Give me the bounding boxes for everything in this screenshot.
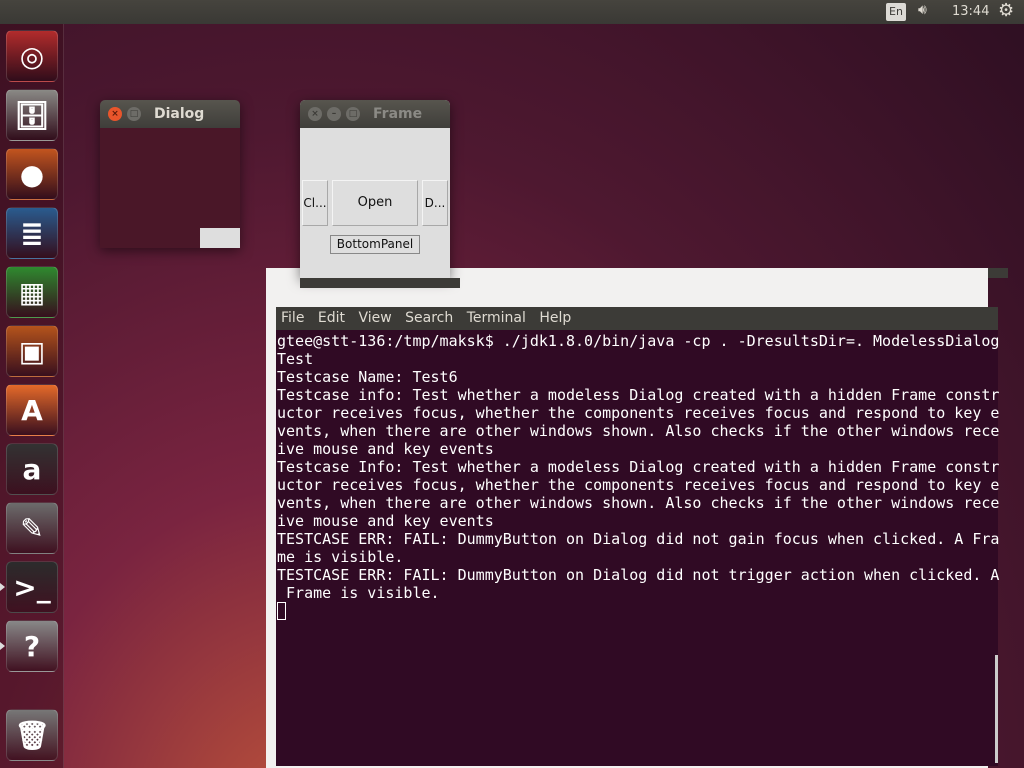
open-button[interactable]: Open bbox=[332, 180, 418, 226]
terminal-output[interactable]: gtee@stt-136:/tmp/maksk$ ./jdk1.8.0/bin/… bbox=[276, 330, 1000, 766]
dialog-dummy-button[interactable] bbox=[200, 228, 240, 248]
launcher-help[interactable]: ? bbox=[6, 620, 58, 672]
dialog-window: × □ Dialog bbox=[100, 100, 240, 248]
terminal-icon: >_ bbox=[13, 570, 51, 604]
amazon-icon: a bbox=[22, 452, 42, 486]
terminal-window-edge bbox=[988, 268, 1008, 278]
menu-edit[interactable]: Edit bbox=[318, 310, 345, 326]
terminal-line: gtee@stt-136:/tmp/maksk$ ./jdk1.8.0/bin/… bbox=[277, 332, 1000, 350]
terminal-line: Test bbox=[277, 350, 314, 368]
terminal-line: TESTCASE ERR: FAIL: DummyButton on Dialo… bbox=[277, 566, 1000, 584]
frame-title: Frame bbox=[373, 106, 423, 122]
launcher-ubuntu-dash[interactable]: ◎ bbox=[6, 30, 58, 82]
dialog-titlebar[interactable]: × □ Dialog bbox=[100, 100, 240, 128]
launcher-trash[interactable]: 🗑 bbox=[6, 709, 58, 761]
dialog-title: Dialog bbox=[154, 106, 205, 122]
terminal-line: ive mouse and key events bbox=[277, 512, 494, 530]
speaker-icon[interactable]: 🔊︎ bbox=[918, 2, 927, 18]
firefox-icon: ● bbox=[19, 157, 45, 191]
top-panel: En 🔊︎ 13:44 ⚙ bbox=[0, 0, 1024, 24]
terminal-line: uctor receives focus, whether the compon… bbox=[277, 404, 1000, 422]
terminal-line: Testcase info: Test whether a modeless D… bbox=[277, 386, 1000, 404]
launcher: ◎ 🗄 ● ≣ ▦ ▣ Aa ✎ >_? 🗑 bbox=[0, 24, 64, 768]
launcher-libreoffice-impress[interactable]: ▣ bbox=[6, 325, 58, 377]
terminal-line: Frame is visible. bbox=[277, 584, 440, 602]
running-indicator bbox=[0, 642, 5, 650]
maximize-icon[interactable]: □ bbox=[127, 107, 141, 121]
help-icon: ? bbox=[23, 629, 41, 663]
menu-help[interactable]: Help bbox=[539, 310, 571, 326]
launcher-files[interactable]: 🗄 bbox=[6, 89, 58, 141]
gear-icon[interactable]: ⚙ bbox=[998, 0, 1014, 21]
menu-file[interactable]: File bbox=[281, 310, 304, 326]
dummy-button[interactable]: D... bbox=[422, 180, 448, 226]
trash-icon: 🗑 bbox=[14, 718, 50, 752]
running-indicator bbox=[0, 583, 5, 591]
terminal-line: vents, when there are other windows show… bbox=[277, 494, 1000, 512]
close-icon[interactable]: × bbox=[308, 107, 322, 121]
libreoffice-calc-icon: ▦ bbox=[18, 275, 46, 309]
terminal-line: vents, when there are other windows show… bbox=[277, 422, 1000, 440]
launcher-ubuntu-software-center[interactable]: A bbox=[6, 384, 58, 436]
launcher-amazon[interactable]: a bbox=[6, 443, 58, 495]
bottom-panel-button[interactable]: BottomPanel bbox=[330, 235, 420, 254]
launcher-firefox[interactable]: ● bbox=[6, 148, 58, 200]
launcher-terminal[interactable]: >_ bbox=[6, 561, 58, 613]
clock[interactable]: 13:44 bbox=[952, 4, 989, 19]
terminal-line: ive mouse and key events bbox=[277, 440, 494, 458]
system-settings-icon: ✎ bbox=[20, 511, 44, 545]
frame-window: × – □ Frame Cl... Open D... BottomPanel bbox=[300, 100, 450, 278]
minimize-icon[interactable]: – bbox=[327, 107, 341, 121]
ubuntu-dash-icon: ◎ bbox=[19, 39, 45, 73]
launcher-libreoffice-calc[interactable]: ▦ bbox=[6, 266, 58, 318]
terminal-line: TESTCASE ERR: FAIL: DummyButton on Dialo… bbox=[277, 530, 1000, 548]
launcher-libreoffice-writer[interactable]: ≣ bbox=[6, 207, 58, 259]
ubuntu-software-center-icon: A bbox=[21, 393, 43, 427]
files-icon: 🗄 bbox=[14, 98, 50, 132]
menu-terminal[interactable]: Terminal bbox=[467, 310, 526, 326]
terminal-line: Testcase Name: Test6 bbox=[277, 368, 458, 386]
maximize-icon[interactable]: □ bbox=[346, 107, 360, 121]
libreoffice-writer-icon: ≣ bbox=[20, 216, 44, 250]
terminal-menubar: File Edit View Search Terminal Help bbox=[276, 307, 998, 330]
terminal-line: me is visible. bbox=[277, 548, 404, 566]
menu-search[interactable]: Search bbox=[405, 310, 453, 326]
terminal-line: Testcase Info: Test whether a modeless D… bbox=[277, 458, 1000, 476]
terminal-line: uctor receives focus, whether the compon… bbox=[277, 476, 1000, 494]
menu-view[interactable]: View bbox=[358, 310, 391, 326]
libreoffice-impress-icon: ▣ bbox=[18, 334, 46, 368]
keyboard-layout-indicator[interactable]: En bbox=[886, 3, 906, 21]
terminal-cursor bbox=[277, 602, 286, 620]
close-icon[interactable]: × bbox=[108, 107, 122, 121]
launcher-system-settings[interactable]: ✎ bbox=[6, 502, 58, 554]
window-shadow-strip bbox=[300, 278, 460, 288]
frame-titlebar[interactable]: × – □ Frame bbox=[300, 100, 450, 128]
terminal-scrollbar[interactable] bbox=[995, 655, 998, 763]
close-button[interactable]: Cl... bbox=[302, 180, 328, 226]
